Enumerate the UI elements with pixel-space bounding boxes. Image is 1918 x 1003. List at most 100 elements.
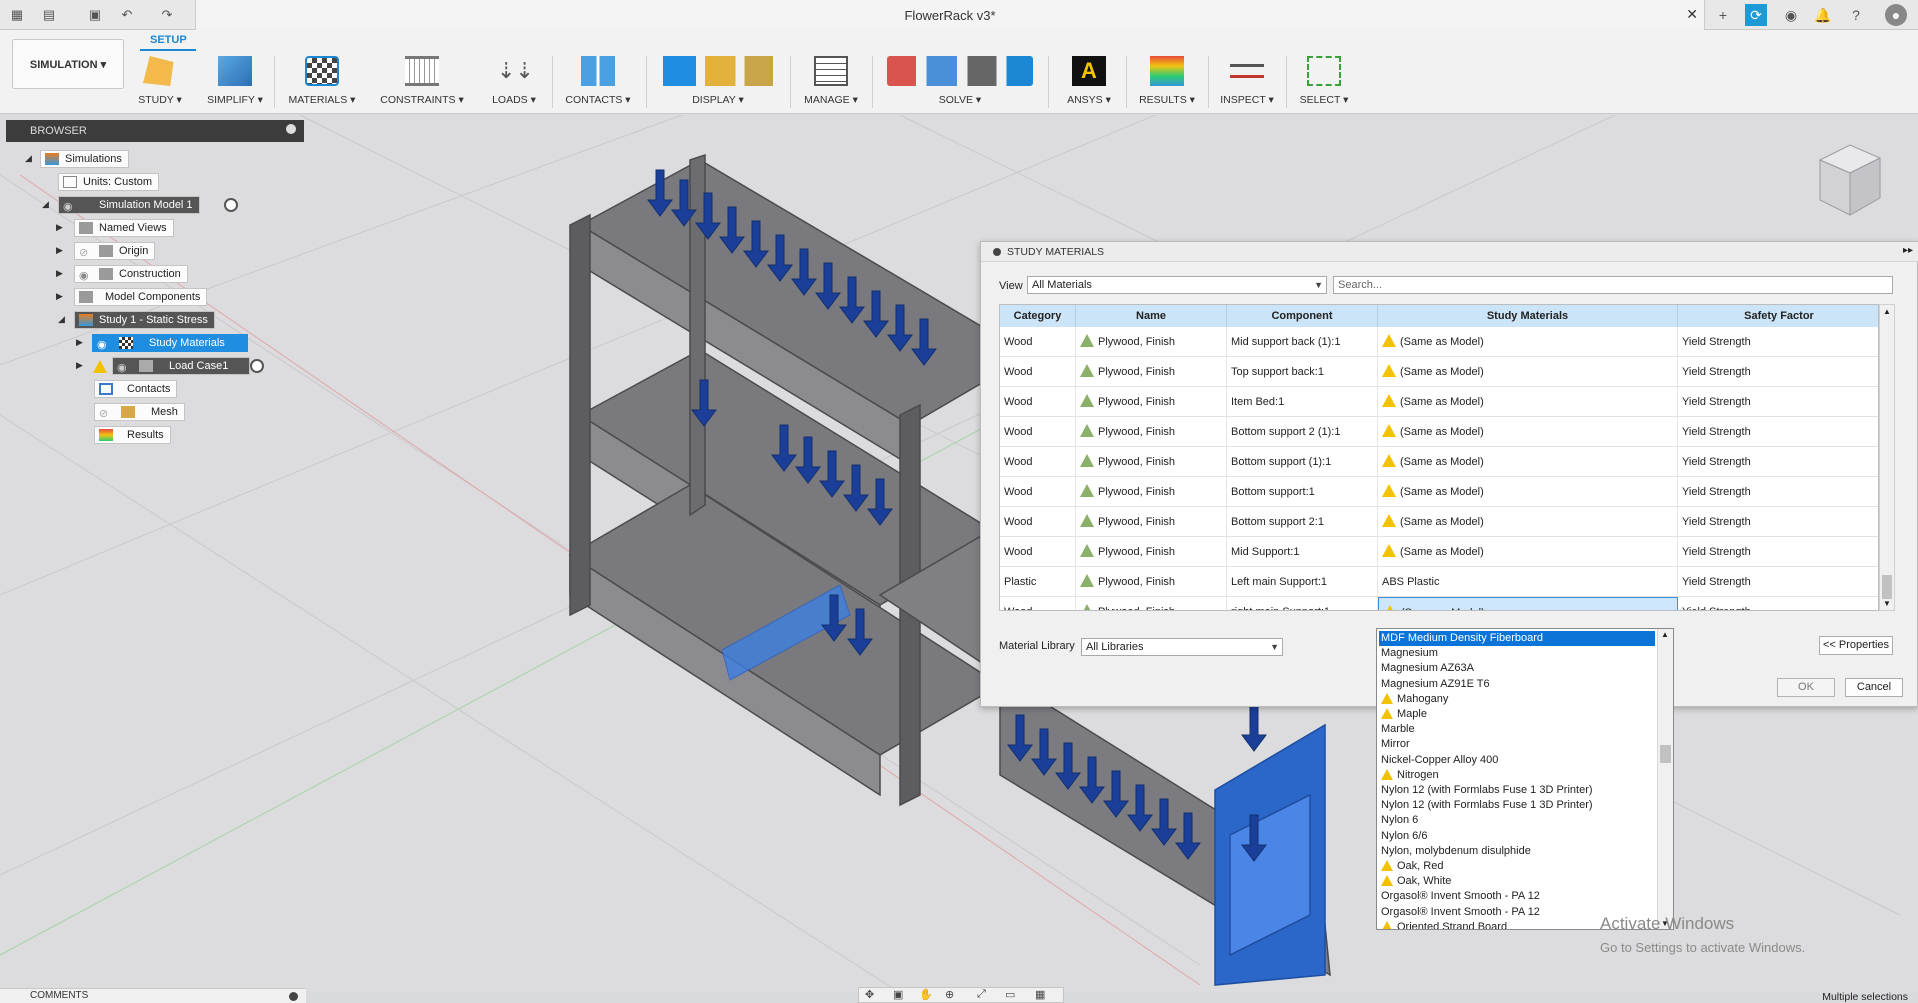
list-item[interactable]: Magnesium AZ63A	[1379, 661, 1655, 676]
tree-node-mesh[interactable]: ⊘ Mesh	[94, 403, 185, 421]
tree-node-construction[interactable]: ◉ Construction	[74, 265, 188, 283]
column-header-component[interactable]: Component	[1227, 305, 1378, 327]
tree-node-load-case[interactable]: ◉ Load Case1	[112, 357, 250, 375]
tree-node-study[interactable]: Study 1 - Static Stress	[74, 311, 215, 329]
collapse-icon[interactable]	[289, 992, 298, 1001]
display-group[interactable]: DISPLAY ▾	[654, 52, 782, 112]
list-item[interactable]: Magnesium	[1379, 646, 1655, 661]
cell-study[interactable]: (Same as Model)	[1378, 387, 1678, 417]
redo-icon[interactable]: ↷	[158, 6, 176, 24]
tree-node-simulation-model[interactable]: ◉ Simulation Model 1	[58, 196, 200, 214]
workspace-switcher[interactable]: SIMULATION ▾	[12, 39, 124, 89]
display-settings-icon[interactable]: ▭	[1005, 988, 1015, 1001]
list-item[interactable]: Marble	[1379, 722, 1655, 737]
table-row[interactable]: Plastic Plywood, Finish Left main Support:…	[1000, 567, 1878, 597]
eye-icon[interactable]: ◉	[79, 268, 93, 282]
dropdown-scrollbar[interactable]: ▲ ▼	[1657, 629, 1673, 929]
scroll-down-icon[interactable]: ▼	[1883, 599, 1891, 608]
tree-node-simulations[interactable]: Simulations	[40, 150, 129, 168]
new-tab-icon[interactable]: +	[1712, 4, 1734, 26]
expand-arrow-icon[interactable]: ▶	[76, 360, 86, 372]
column-header-name[interactable]: Name	[1076, 305, 1227, 327]
expand-arrow-icon[interactable]: ◢	[25, 153, 35, 165]
ok-button[interactable]: OK	[1777, 678, 1835, 697]
expand-arrow-icon[interactable]: ▶	[56, 245, 66, 257]
collapse-icon[interactable]	[286, 124, 296, 134]
material-library-select[interactable]: All Libraries ▼	[1081, 638, 1283, 656]
inspect-group[interactable]: INSPECT ▾	[1214, 52, 1280, 112]
expand-arrow-icon[interactable]: ▶	[56, 222, 66, 234]
sync-icon[interactable]: ⟳	[1745, 4, 1767, 26]
tree-node-named-views[interactable]: Named Views	[74, 219, 174, 237]
list-item[interactable]: Nylon 12 (with Formlabs Fuse 1 3D Printe…	[1379, 783, 1655, 798]
loads-group[interactable]: ⇣⇣ LOADS ▾	[482, 52, 546, 112]
tree-node-origin[interactable]: ⊘ Origin	[74, 242, 156, 260]
document-tab[interactable]: FlowerRack v3* ✕	[195, 0, 1705, 30]
expand-icon[interactable]: ▸▸	[1903, 245, 1913, 256]
tree-node-study-materials[interactable]: ◉ Study Materials	[92, 334, 248, 352]
eye-hidden-icon[interactable]: ⊘	[79, 245, 93, 259]
cell-study[interactable]: (Same as Model)	[1378, 507, 1678, 537]
list-item[interactable]: Oak, Red	[1379, 859, 1655, 874]
save-icon[interactable]: ▣	[86, 6, 104, 24]
eye-icon[interactable]: ◉	[117, 360, 131, 374]
properties-button[interactable]: << Properties	[1819, 636, 1893, 655]
scroll-thumb[interactable]	[1882, 575, 1892, 599]
cell-study[interactable]: (Same as Model)	[1378, 477, 1678, 507]
search-input[interactable]: Search...	[1333, 276, 1893, 294]
results-group[interactable]: RESULTS ▾	[1132, 52, 1202, 112]
extensions-icon[interactable]: ◉	[1780, 4, 1802, 26]
table-row[interactable]: Wood Plywood, Finish Top support back:1 (Sa…	[1000, 357, 1878, 387]
app-grid-icon[interactable]: ▦	[8, 6, 26, 24]
expand-arrow-icon[interactable]: ▶	[56, 268, 66, 280]
help-icon[interactable]: ?	[1845, 4, 1867, 26]
cell-study[interactable]: (Same as Model)	[1378, 447, 1678, 477]
collapse-arrow-icon[interactable]: ◢	[58, 314, 68, 326]
scroll-thumb[interactable]	[1660, 745, 1671, 763]
expand-arrow-icon[interactable]: ▶	[76, 337, 86, 349]
eye-icon[interactable]: ◉	[97, 337, 111, 351]
column-header-category[interactable]: Category	[1000, 305, 1076, 327]
pan-icon[interactable]: ✋	[919, 988, 933, 1001]
eye-icon[interactable]: ◉	[63, 199, 77, 213]
undo-icon[interactable]: ↶	[118, 6, 136, 24]
column-header-study-materials[interactable]: Study Materials	[1378, 305, 1678, 327]
column-header-safety-factor[interactable]: Safety Factor	[1678, 305, 1878, 327]
zoom-icon[interactable]: ⊕	[945, 988, 954, 1001]
tree-node-units[interactable]: Units: Custom	[58, 173, 160, 191]
contacts-group[interactable]: CONTACTS ▾	[560, 52, 636, 112]
ansys-group[interactable]: A ANSYS ▾	[1056, 52, 1122, 112]
constraints-group[interactable]: CONSTRAINTS ▾	[374, 52, 470, 112]
tree-node-model-components[interactable]: Model Components	[74, 288, 208, 306]
list-item[interactable]: Mirror	[1379, 737, 1655, 752]
table-row[interactable]: Wood Plywood, Finish Bottom support 2 (1):…	[1000, 417, 1878, 447]
list-item[interactable]: Maple	[1379, 707, 1655, 722]
look-at-icon[interactable]: ▣	[893, 988, 903, 1001]
grid-icon[interactable]: ▦	[1035, 988, 1045, 1001]
chevron-down-icon[interactable]: ▾	[1665, 598, 1671, 610]
list-item[interactable]: Mahogany	[1379, 692, 1655, 707]
table-row[interactable]: Wood Plywood, Finish Bottom support (1):1 (…	[1000, 447, 1878, 477]
material-dropdown-list[interactable]: MDF Medium Density Fiberboard Magnesium Ma…	[1376, 628, 1674, 930]
cell-study[interactable]: (Same as Model)	[1378, 357, 1678, 387]
list-item[interactable]: Nylon 12 (with Formlabs Fuse 1 3D Printe…	[1379, 798, 1655, 813]
cancel-button[interactable]: Cancel	[1845, 678, 1903, 697]
list-item[interactable]: Magnesium AZ91E T6	[1379, 677, 1655, 692]
table-row[interactable]: Wood Plywood, Finish Item Bed:1 (Same as Mo…	[1000, 387, 1878, 417]
list-item[interactable]: Nylon 6/6	[1379, 829, 1655, 844]
tree-node-contacts[interactable]: Contacts	[94, 380, 178, 398]
fit-icon[interactable]: ⤢	[977, 988, 986, 1001]
solve-group[interactable]: SOLVE ▾	[880, 52, 1040, 112]
eye-hidden-icon[interactable]: ⊘	[99, 406, 113, 420]
materials-group[interactable]: MATERIALS ▾	[280, 52, 364, 112]
list-item[interactable]: Nylon 6	[1379, 813, 1655, 828]
list-item[interactable]: MDF Medium Density Fiberboard	[1379, 631, 1655, 646]
view-select[interactable]: All Materials ▼	[1027, 276, 1327, 294]
activate-radio-icon[interactable]	[250, 359, 264, 373]
cell-study[interactable]: (Same as Model)	[1378, 327, 1678, 357]
list-item[interactable]: Nickel-Copper Alloy 400	[1379, 753, 1655, 768]
table-row[interactable]: Wood Plywood, Finish Bottom support:1 (Same…	[1000, 477, 1878, 507]
avatar[interactable]: ●	[1885, 4, 1907, 26]
dialog-header[interactable]: STUDY MATERIALS ▸▸	[981, 242, 1918, 262]
table-row[interactable]: Wood Plywood, Finish Mid Support:1 (Same as…	[1000, 537, 1878, 567]
